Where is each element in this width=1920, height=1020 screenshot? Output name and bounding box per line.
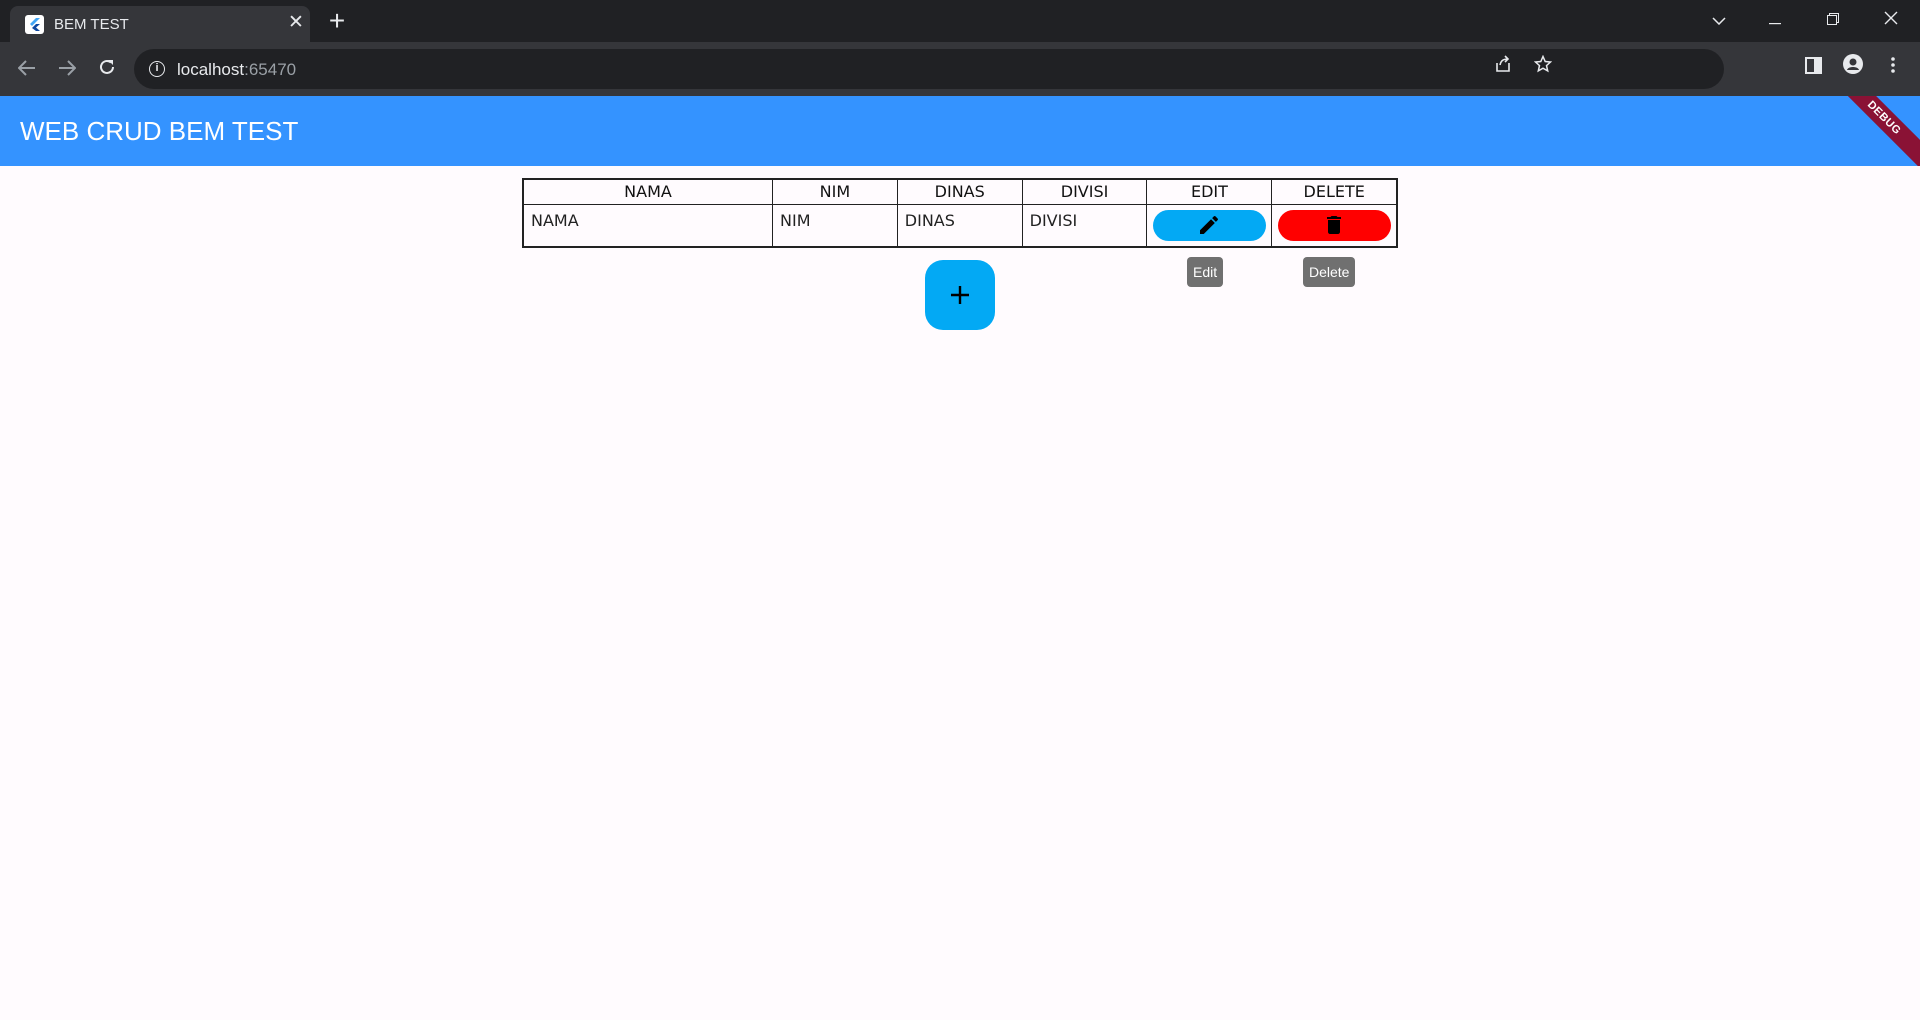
trash-icon — [1327, 216, 1342, 234]
browser-tab[interactable]: BEM TEST ✕ — [10, 6, 310, 42]
header-dinas: DINAS — [896, 178, 1023, 205]
address-bar[interactable]: i localhost:65470 — [134, 49, 1724, 89]
edit-button[interactable] — [1152, 209, 1266, 241]
browser-toolbar: i localhost:65470 — [0, 42, 1920, 96]
url-text: localhost:65470 — [177, 60, 296, 80]
site-info-icon[interactable]: i — [149, 61, 165, 77]
minimize-icon[interactable] — [1760, 6, 1790, 32]
browser-tab-strip: BEM TEST ✕ + — [0, 0, 1920, 42]
plus-icon — [951, 286, 969, 304]
flutter-favicon-icon — [25, 15, 44, 34]
cell-dinas: DINAS — [896, 203, 1023, 248]
back-arrow-icon[interactable] — [12, 54, 42, 84]
debug-banner: DEBUG — [1827, 96, 1920, 166]
url-host: localhost — [177, 60, 245, 79]
cell-divisi: DIVISI — [1021, 203, 1148, 248]
header-delete: DELETE — [1271, 178, 1398, 205]
delete-button[interactable] — [1277, 209, 1391, 241]
data-table: NAMA NIM DINAS DIVISI EDIT DELETE NAMA N… — [522, 178, 1398, 248]
table-header-row: NAMA NIM DINAS DIVISI EDIT DELETE — [522, 178, 1398, 205]
reload-icon[interactable] — [92, 54, 122, 84]
add-button[interactable] — [925, 260, 995, 330]
tab-close-icon[interactable]: ✕ — [286, 13, 306, 33]
header-nama: NAMA — [522, 178, 774, 205]
edit-tooltip: Edit — [1187, 257, 1224, 287]
header-nim: NIM — [772, 178, 898, 205]
cell-nim: NIM — [772, 203, 898, 248]
url-port: :65470 — [244, 60, 297, 79]
cell-edit — [1146, 203, 1273, 248]
cell-nama: NAMA — [522, 203, 774, 248]
app-bar: WEB CRUD BEM TEST DEBUG — [0, 96, 1920, 166]
side-panel-icon[interactable] — [1798, 54, 1828, 84]
delete-tooltip: Delete — [1303, 257, 1356, 287]
forward-arrow-icon[interactable] — [52, 54, 82, 84]
share-icon[interactable] — [1488, 53, 1518, 83]
header-divisi: DIVISI — [1021, 178, 1148, 205]
restore-icon[interactable] — [1818, 6, 1848, 32]
tab-title: BEM TEST — [54, 16, 129, 33]
new-tab-button[interactable]: + — [324, 7, 350, 35]
close-window-icon[interactable] — [1876, 6, 1906, 32]
tab-search-icon[interactable] — [1704, 6, 1734, 32]
menu-kebab-icon[interactable] — [1878, 54, 1908, 84]
profile-avatar-icon[interactable] — [1838, 54, 1868, 84]
app-title: WEB CRUD BEM TEST — [20, 116, 299, 146]
pencil-icon — [1200, 215, 1219, 234]
header-edit: EDIT — [1146, 178, 1273, 205]
bookmark-star-icon[interactable] — [1528, 53, 1558, 83]
table-row: NAMA NIM DINAS DIVISI — [522, 203, 1398, 248]
cell-delete — [1271, 203, 1398, 248]
